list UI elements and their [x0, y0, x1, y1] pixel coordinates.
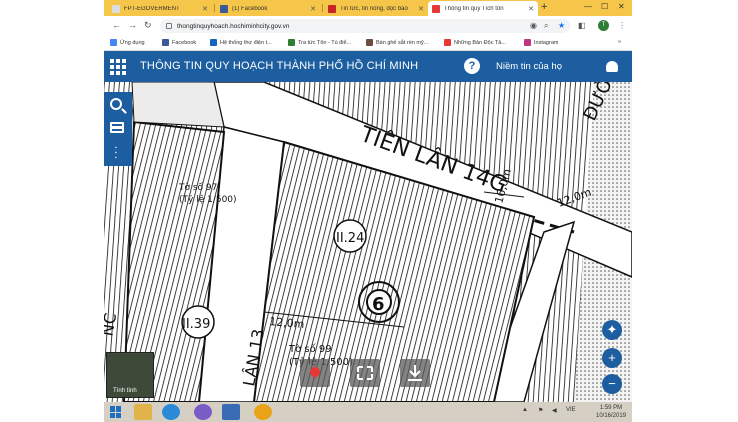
- app-header: THÔNG TIN QUY HOẠCH THÀNH PHỐ HỒ CHÍ MIN…: [104, 51, 632, 82]
- extension-icon[interactable]: ◧: [578, 21, 586, 30]
- bookmarks-bar: Ứng dụng Facebook Hệ thống thư điện t...…: [104, 36, 632, 51]
- new-tab-button[interactable]: +: [541, 1, 547, 13]
- sheet-top: Tờ số 97: [178, 182, 217, 193]
- lock-icon: [166, 23, 172, 29]
- parcel-label: II.39: [182, 317, 210, 332]
- zoom-out-button[interactable]: −: [602, 374, 622, 394]
- language-indicator[interactable]: VIE: [566, 407, 576, 413]
- address-row: ← → ↻ thongtinquyhoach.hochiminhcity.gov…: [104, 16, 632, 36]
- bookmark-apps[interactable]: Ứng dụng: [110, 39, 145, 46]
- volume-icon[interactable]: ◀: [552, 407, 557, 414]
- taskbar: ▲ ⚑ ◀ VIE 1:59 PM 10/16/2019: [104, 402, 632, 422]
- planning-icon: [432, 4, 440, 13]
- bookmark-news[interactable]: Tra tức Tôn - Tú điể...: [288, 39, 351, 46]
- fullscreen-icon: [357, 366, 373, 380]
- news-icon: [328, 4, 336, 13]
- tab-fpt[interactable]: FPT-EGOVERMENT ✕: [108, 1, 212, 16]
- pin-button[interactable]: [300, 359, 330, 387]
- mail-icon: [210, 39, 217, 46]
- android-icon[interactable]: [606, 61, 618, 72]
- sheet-bottom: Tờ số 99: [288, 343, 332, 355]
- news-icon: [288, 39, 295, 46]
- bookmark-furniture[interactable]: Bàn ghế sắt rèn mỹ...: [366, 39, 428, 46]
- map-canvas: TIÊN LÂN 14G ĐƯỜNG II.24 II.39 6 Tờ số 9…: [104, 82, 632, 402]
- facebook-icon: [162, 39, 169, 46]
- minimap[interactable]: Tình tình: [106, 352, 154, 398]
- fpt-icon: [112, 4, 120, 13]
- zoom-icon[interactable]: ⌕: [544, 21, 548, 31]
- flag-icon[interactable]: ⚑: [538, 407, 543, 414]
- user-label[interactable]: Niềm tin của họ: [496, 61, 562, 72]
- download-icon: [408, 365, 422, 381]
- zoom-in-button[interactable]: +: [602, 348, 622, 368]
- tray-arrow-icon[interactable]: ▲: [522, 407, 528, 413]
- system-clock[interactable]: 1:59 PM 10/16/2019: [596, 404, 626, 420]
- close-icon[interactable]: ✕: [310, 5, 316, 13]
- youtube-icon: [444, 39, 451, 46]
- tab-planning[interactable]: Thông tin quy Tích tôn ✕: [428, 1, 538, 16]
- viber-icon[interactable]: [194, 404, 212, 420]
- bookmark-facebook[interactable]: Facebook: [162, 39, 196, 46]
- bookmark-mail[interactable]: Hệ thống thư điện t...: [210, 39, 272, 46]
- close-icon[interactable]: ✕: [418, 5, 424, 13]
- bookmark-youtube[interactable]: Những Bản Độc Tả...: [444, 39, 506, 46]
- help-icon[interactable]: ?: [464, 58, 480, 74]
- app-title: THÔNG TIN QUY HOẠCH THÀNH PHỐ HỒ CHÍ MIN…: [140, 60, 419, 72]
- forward-icon[interactable]: →: [128, 20, 137, 30]
- instagram-icon: [524, 39, 531, 46]
- location-icon[interactable]: ◉: [530, 21, 537, 30]
- close-icon[interactable]: ✕: [202, 5, 208, 13]
- fullscreen-button[interactable]: [350, 359, 380, 387]
- tab-strip: FPT-EGOVERMENT ✕ (1) Facebook ✕ Tin tức,…: [104, 0, 632, 16]
- menu-icon[interactable]: ⋮: [618, 21, 626, 30]
- download-button[interactable]: [400, 359, 430, 387]
- furniture-icon: [366, 39, 373, 46]
- planning-map[interactable]: TIÊN LÂN 14G ĐƯỜNG II.24 II.39 6 Tờ số 9…: [104, 82, 632, 402]
- locate-icon[interactable]: ✦: [602, 320, 622, 340]
- file-explorer-icon[interactable]: [134, 404, 152, 420]
- minimize-icon[interactable]: —: [584, 2, 592, 11]
- parcel-label: II.24: [336, 231, 364, 246]
- map-toolbar: ▪ ▪ ▪: [104, 92, 132, 166]
- close-icon[interactable]: ✕: [528, 5, 534, 13]
- screen: FPT-EGOVERMENT ✕ (1) Facebook ✕ Tin tức,…: [104, 0, 632, 422]
- apps-icon: [110, 39, 117, 46]
- bookmarks-overflow-icon[interactable]: »: [618, 39, 621, 45]
- back-icon[interactable]: ←: [112, 20, 121, 30]
- apps-grid-icon[interactable]: [110, 59, 126, 75]
- internet-explorer-icon[interactable]: [162, 404, 180, 420]
- window-close-icon[interactable]: ✕: [618, 2, 625, 11]
- facebook-icon: [220, 4, 228, 13]
- bookmark-instagram[interactable]: Instagram: [524, 39, 558, 46]
- more-tools-icon[interactable]: ▪ ▪ ▪: [115, 146, 117, 161]
- search-icon[interactable]: [110, 98, 122, 110]
- reload-icon[interactable]: ↻: [144, 20, 152, 31]
- bookmark-star-icon[interactable]: ★: [558, 21, 565, 30]
- word-icon[interactable]: [222, 404, 240, 420]
- scale-top: (Tỷ lệ 1/500): [179, 194, 237, 205]
- address-bar[interactable]: thongtinquyhoach.hochiminhcity.gov.vn: [160, 19, 570, 33]
- maximize-icon[interactable]: ☐: [601, 2, 608, 11]
- tab-facebook[interactable]: (1) Facebook ✕: [216, 1, 320, 16]
- chrome-icon[interactable]: [254, 404, 272, 420]
- pin-icon: [310, 367, 320, 379]
- tab-news[interactable]: Tin tức, tin nóng, đọc báo ✕: [324, 1, 428, 16]
- avatar[interactable]: T: [598, 20, 609, 31]
- windows-start-icon[interactable]: [110, 406, 122, 418]
- parcel-number: 6: [372, 294, 385, 315]
- layers-icon[interactable]: [110, 122, 124, 136]
